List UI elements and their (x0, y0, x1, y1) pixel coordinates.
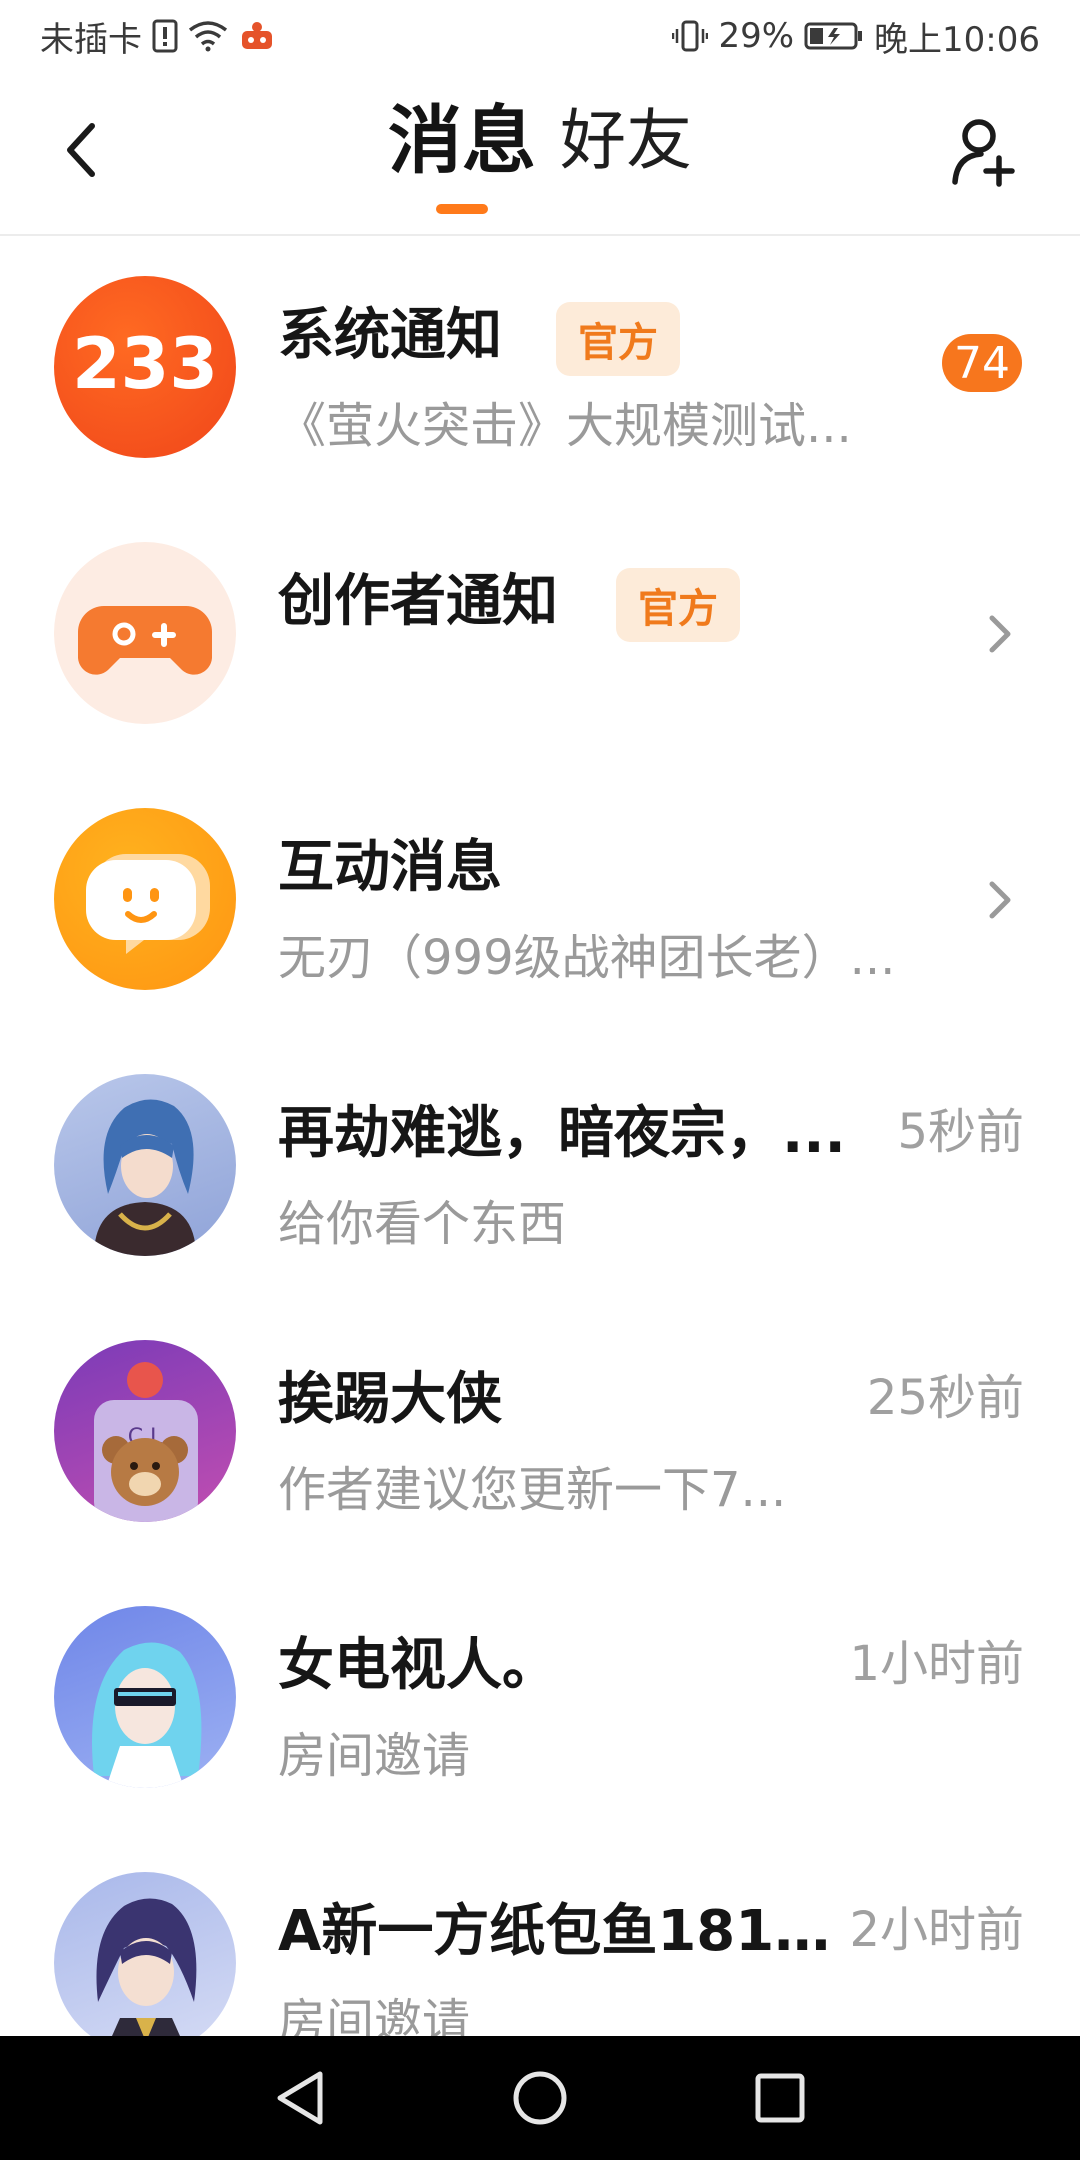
vibrate-icon (672, 19, 709, 53)
wifi-icon (188, 20, 228, 52)
battery-percent: 29% (718, 16, 795, 56)
user-avatar (54, 1606, 236, 1788)
nav-home-button[interactable] (500, 2058, 580, 2138)
message-item-chat[interactable]: 再劫难逃，暗夜宗，... 给你看个东西 5秒前 (0, 1036, 1080, 1302)
active-tab-indicator (436, 204, 488, 214)
app-notification-icon (238, 19, 276, 53)
message-item-creator[interactable]: 创作者通知 官方 (0, 504, 1080, 770)
message-title: 再劫难逃，暗夜宗，... (278, 1101, 846, 1166)
screen: 未插卡 29% 晚上10:06 消息 好友 233 系统通知 官方 《萤火突击》… (0, 0, 1080, 2160)
interaction-avatar (54, 808, 236, 990)
message-preview: 给你看个东西 (278, 1196, 567, 1252)
battery-charging-icon (804, 20, 864, 52)
message-time: 2小时前 (849, 1902, 1024, 1958)
233-logo-text: 233 (72, 323, 218, 405)
header: 消息 好友 (0, 90, 1080, 236)
tab-friends-label: 好友 (560, 102, 692, 179)
message-item-interaction[interactable]: 互动消息 无刃（999级战神团长老）... (0, 770, 1080, 1036)
triangle-back-icon (277, 2071, 323, 2125)
circle-home-icon (513, 2071, 567, 2125)
message-title: A新一方纸包鱼181... (278, 1899, 838, 1964)
message-item-system[interactable]: 233 系统通知 官方 《萤火突击》大规模测试... 74 (0, 238, 1080, 504)
message-preview: 房间邀请 (278, 1728, 471, 1784)
status-bar: 未插卡 29% 晚上10:06 (0, 0, 1080, 72)
carrier-text: 未插卡 (40, 19, 142, 60)
status-left: 未插卡 (40, 12, 276, 61)
message-preview: 无刃（999级战神团长老）... (278, 930, 896, 986)
message-time: 25秒前 (866, 1370, 1024, 1426)
tab-messages[interactable]: 消息 (388, 104, 536, 214)
message-title: 系统通知 (278, 303, 502, 368)
user-avatar (54, 1074, 236, 1256)
add-friend-icon (952, 119, 1015, 187)
message-preview: 作者建议您更新一下7... (278, 1462, 787, 1518)
message-item-chat[interactable]: C L 挨踢大侠 作者建议您更新一下7... 25秒前 (0, 1302, 1080, 1568)
chat-bubble-icon (86, 854, 210, 954)
message-title: 挨踢大侠 (278, 1367, 502, 1432)
message-item-chat[interactable]: 女电视人。 房间邀请 1小时前 (0, 1568, 1080, 1834)
tab-messages-label: 消息 (388, 98, 536, 184)
user-avatar (54, 1872, 236, 2054)
user-avatar: C L (54, 1340, 236, 1522)
message-preview: 《萤火突击》大规模测试... (278, 398, 852, 454)
tab-friends[interactable]: 好友 (560, 108, 692, 178)
chevron-right-icon (980, 880, 1020, 920)
status-right: 29% 晚上10:06 (672, 12, 1040, 61)
square-recents-icon (755, 2073, 805, 2123)
tab-bar: 消息 好友 (0, 104, 1080, 214)
nav-back-button[interactable] (260, 2058, 340, 2138)
system-nav-bar (0, 2036, 1080, 2160)
message-title: 互动消息 (278, 835, 502, 900)
clock-text: 晚上10:06 (874, 19, 1040, 60)
official-badge: 官方 (556, 302, 680, 376)
message-time: 1小时前 (849, 1636, 1024, 1692)
unread-count-badge: 74 (942, 334, 1022, 392)
official-badge: 官方 (616, 568, 740, 642)
message-title: 创作者通知 (278, 569, 558, 634)
creator-avatar (54, 542, 236, 724)
message-time: 5秒前 (897, 1104, 1024, 1160)
system-avatar: 233 (54, 276, 236, 458)
gamepad-icon (78, 606, 212, 675)
message-list: 233 系统通知 官方 《萤火突击》大规模测试... 74 创作者通知 官方 互… (0, 238, 1080, 2100)
message-title: 女电视人。 (278, 1633, 558, 1698)
add-friend-button[interactable] (948, 114, 1024, 190)
sim-alert-icon (152, 19, 178, 53)
chevron-right-icon (980, 614, 1020, 654)
nav-recents-button[interactable] (740, 2058, 820, 2138)
